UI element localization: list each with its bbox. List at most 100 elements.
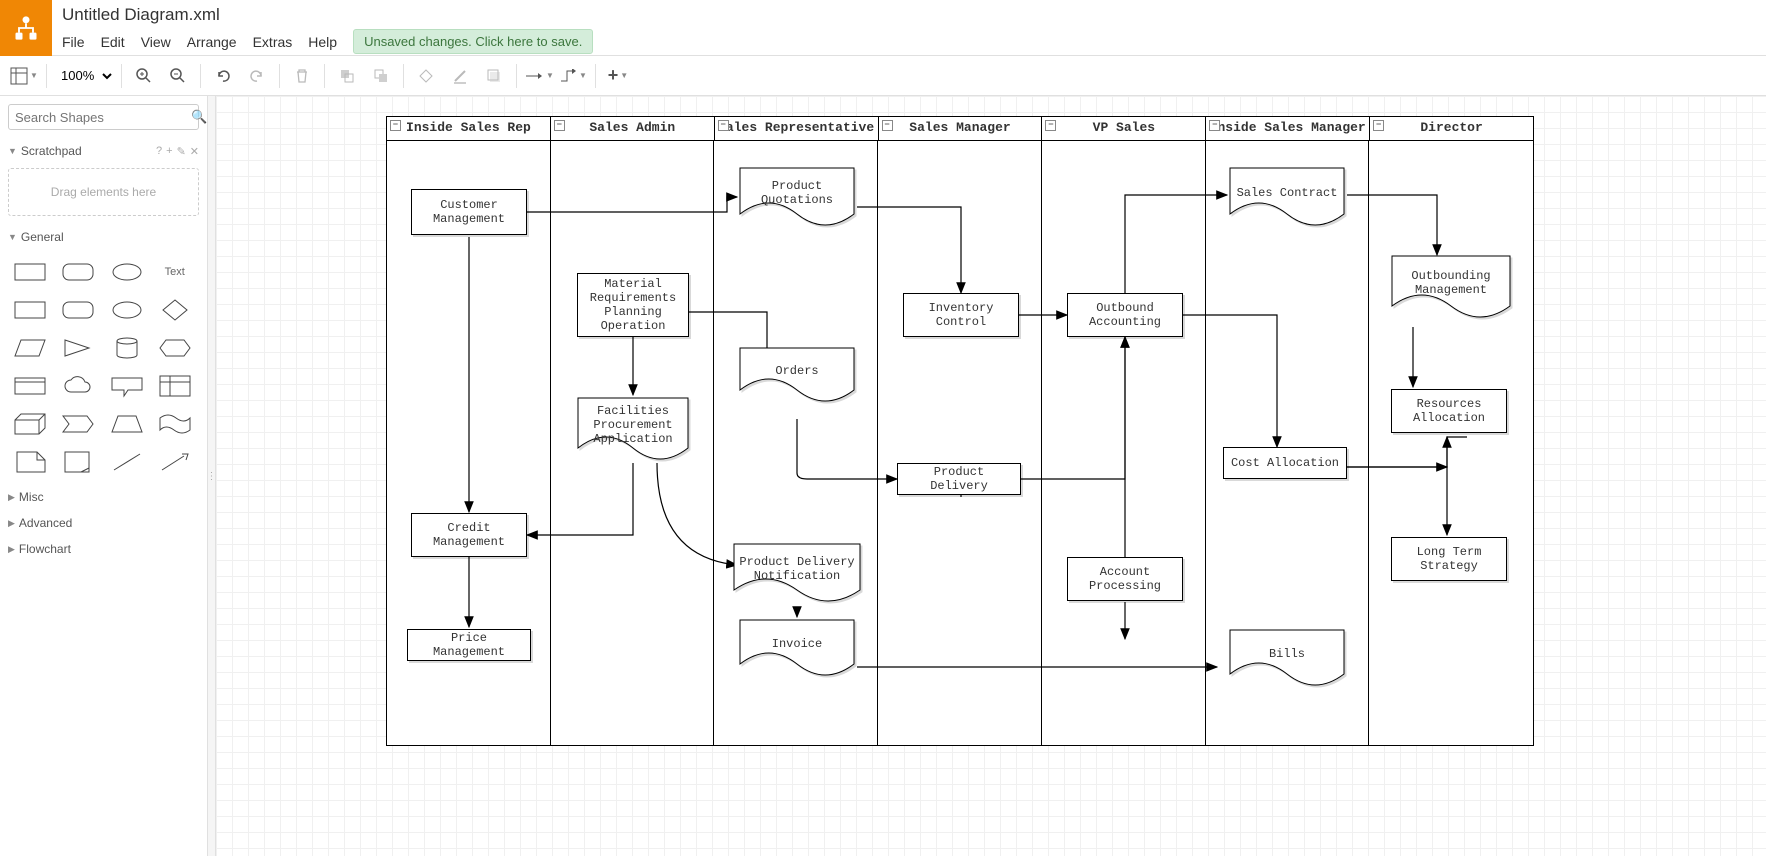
node-orders[interactable]: Orders <box>739 347 855 405</box>
lane-title-0[interactable]: Inside Sales Rep <box>406 120 531 135</box>
collapse-col1[interactable]: − <box>554 120 565 131</box>
close-icon[interactable]: ✕ <box>190 145 199 158</box>
app-header: Untitled Diagram.xml File Edit View Arra… <box>0 0 1766 56</box>
lane-title-2[interactable]: Sales Representative <box>718 120 874 135</box>
fill-color-button[interactable] <box>410 61 442 91</box>
lane-title-1[interactable]: Sales Admin <box>589 120 675 135</box>
collapse-col3[interactable]: − <box>882 120 893 131</box>
menu-view[interactable]: View <box>141 34 171 50</box>
node-long-term-strategy[interactable]: Long Term Strategy <box>1391 537 1507 581</box>
insert-button[interactable]: +▼ <box>602 61 634 91</box>
canvas-wrap[interactable]: −Inside Sales Rep −Sales Admin −Sales Re… <box>216 96 1766 856</box>
search-shapes-box[interactable]: 🔍 <box>8 104 199 130</box>
shape-text[interactable]: Text <box>157 258 193 286</box>
search-input[interactable] <box>15 110 191 125</box>
node-mrp[interactable]: Material Requirements Planning Operation <box>577 273 689 337</box>
scratchpad-header[interactable]: ▼Scratchpad ?+✎✕ <box>0 138 207 164</box>
shape-rect2[interactable] <box>12 296 48 324</box>
shape-line[interactable] <box>109 448 145 476</box>
collapse-col2[interactable]: − <box>718 120 729 131</box>
shape-rect[interactable] <box>12 258 48 286</box>
general-header[interactable]: ▼General <box>0 224 207 250</box>
shape-hexagon[interactable] <box>157 334 193 362</box>
shape-folded[interactable] <box>60 448 96 476</box>
help-icon[interactable]: ? <box>156 145 162 158</box>
add-icon[interactable]: + <box>166 145 172 158</box>
node-sales-contract[interactable]: Sales Contract <box>1229 167 1345 229</box>
collapse-col4[interactable]: − <box>1045 120 1056 131</box>
shape-tape[interactable] <box>157 410 193 438</box>
shape-diamond[interactable] <box>157 296 193 324</box>
menu-arrange[interactable]: Arrange <box>187 34 237 50</box>
zoom-in-button[interactable] <box>128 61 160 91</box>
menu-edit[interactable]: Edit <box>101 34 125 50</box>
swimlane-pool[interactable]: −Inside Sales Rep −Sales Admin −Sales Re… <box>386 116 1534 746</box>
node-outbound-accounting[interactable]: Outbound Accounting <box>1067 293 1183 337</box>
menu-help[interactable]: Help <box>308 34 337 50</box>
shape-parallelogram[interactable] <box>12 334 48 362</box>
menu-extras[interactable]: Extras <box>253 34 293 50</box>
shape-rounded-rect[interactable] <box>60 258 96 286</box>
node-price-management[interactable]: Price Management <box>407 629 531 661</box>
connection-button[interactable]: ▼ <box>523 61 555 91</box>
shape-step[interactable] <box>60 410 96 438</box>
node-pdn[interactable]: Product Delivery Notification <box>733 543 861 605</box>
shape-card[interactable] <box>12 372 48 400</box>
shape-arrow-line[interactable] <box>157 448 193 476</box>
menu-file[interactable]: File <box>62 34 85 50</box>
collapse-col6[interactable]: − <box>1373 120 1384 131</box>
advanced-header[interactable]: ▶Advanced <box>0 510 207 536</box>
node-account-processing[interactable]: Account Processing <box>1067 557 1183 601</box>
zoom-select[interactable]: 100% <box>53 62 115 90</box>
lane-title-3[interactable]: Sales Manager <box>909 120 1010 135</box>
unsaved-badge[interactable]: Unsaved changes. Click here to save. <box>353 29 593 54</box>
to-front-button[interactable] <box>331 61 363 91</box>
flowchart-header[interactable]: ▶Flowchart <box>0 536 207 562</box>
collapse-col0[interactable]: − <box>390 120 401 131</box>
shape-ellipse2[interactable] <box>109 296 145 324</box>
shape-rounded2[interactable] <box>60 296 96 324</box>
lane-title-5[interactable]: Inside Sales Manager <box>1210 120 1366 135</box>
node-product-quotations[interactable]: Product Quotations <box>739 167 855 229</box>
node-invoice[interactable]: Invoice <box>739 619 855 679</box>
node-credit-management[interactable]: Credit Management <box>411 513 527 557</box>
shape-callout[interactable] <box>109 372 145 400</box>
to-back-button[interactable] <box>365 61 397 91</box>
app-logo[interactable] <box>0 0 52 56</box>
flowchart-label: Flowchart <box>19 542 71 556</box>
waypoint-button[interactable]: ▼ <box>557 61 589 91</box>
shape-note[interactable] <box>12 448 48 476</box>
node-bills[interactable]: Bills <box>1229 629 1345 689</box>
shape-cube[interactable] <box>12 410 48 438</box>
canvas[interactable]: −Inside Sales Rep −Sales Admin −Sales Re… <box>216 96 1766 856</box>
shape-trapezoid[interactable] <box>109 410 145 438</box>
node-product-delivery[interactable]: Product Delivery <box>897 463 1021 495</box>
collapse-col5[interactable]: − <box>1209 120 1220 131</box>
doc-title[interactable]: Untitled Diagram.xml <box>62 1 1766 27</box>
splitter[interactable]: ⋮ <box>208 96 216 856</box>
shape-table[interactable] <box>157 372 193 400</box>
node-inventory-control[interactable]: Inventory Control <box>903 293 1019 337</box>
lane-title-6[interactable]: Director <box>1420 120 1482 135</box>
shape-cylinder[interactable] <box>109 334 145 362</box>
edit-icon[interactable]: ✎ <box>177 145 186 158</box>
shape-triangle[interactable] <box>60 334 96 362</box>
shape-ellipse[interactable] <box>109 258 145 286</box>
shadow-button[interactable] <box>478 61 510 91</box>
view-mode-button[interactable]: ▼ <box>8 61 40 91</box>
lane-title-4[interactable]: VP Sales <box>1093 120 1155 135</box>
misc-header[interactable]: ▶Misc <box>0 484 207 510</box>
misc-label: Misc <box>19 490 44 504</box>
undo-button[interactable] <box>207 61 239 91</box>
node-cost-allocation[interactable]: Cost Allocation <box>1223 447 1347 479</box>
scratchpad-dropzone[interactable]: Drag elements here <box>8 168 199 216</box>
node-customer-management[interactable]: Customer Management <box>411 189 527 235</box>
shape-cloud[interactable] <box>60 372 96 400</box>
node-resources-allocation[interactable]: Resources Allocation <box>1391 389 1507 433</box>
line-color-button[interactable] <box>444 61 476 91</box>
delete-button[interactable] <box>286 61 318 91</box>
zoom-out-button[interactable] <box>162 61 194 91</box>
node-outbounding-management[interactable]: Outbounding Management <box>1391 255 1511 321</box>
node-facilities-procurement[interactable]: Facilities Procurement Application <box>577 397 689 463</box>
redo-button[interactable] <box>241 61 273 91</box>
